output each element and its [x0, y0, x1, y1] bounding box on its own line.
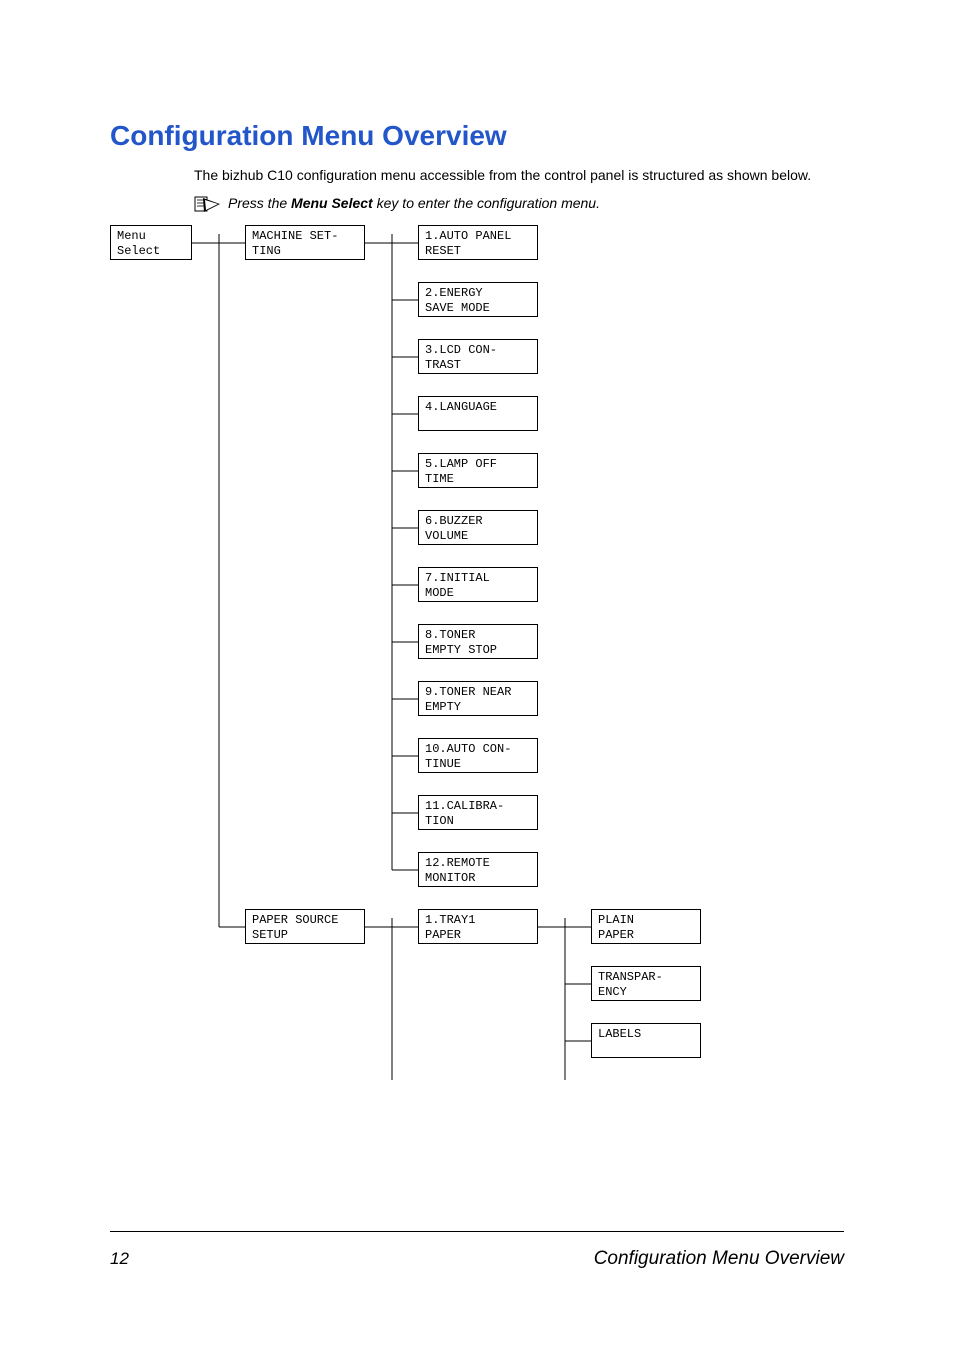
page-number: 12	[110, 1249, 129, 1269]
ms-2a: 2.ENERGY	[425, 286, 531, 301]
ms-item-7: 7.INITIALMODE	[418, 567, 538, 602]
ms-11b: TION	[425, 814, 531, 829]
footer-rule	[110, 1231, 844, 1232]
paper-source-box: PAPER SOURCE SETUP	[245, 909, 365, 944]
ms-12a: 12.REMOTE	[425, 856, 531, 871]
ms-item-8: 8.TONEREMPTY STOP	[418, 624, 538, 659]
paper-type-3: LABELS	[591, 1023, 701, 1058]
ms-item-5: 5.LAMP OFFTIME	[418, 453, 538, 488]
ms-item-1: 1.AUTO PANELRESET	[418, 225, 538, 260]
ms-9b: EMPTY	[425, 700, 531, 715]
pt3a: LABELS	[598, 1027, 694, 1042]
note-bold: Menu Select	[291, 195, 373, 211]
ms-3a: 3.LCD CON-	[425, 343, 531, 358]
ms-item-2: 2.ENERGYSAVE MODE	[418, 282, 538, 317]
note-icon	[194, 195, 222, 213]
note-prefix: Press the	[228, 195, 291, 211]
ms-6a: 6.BUZZER	[425, 514, 531, 529]
ms-item-11: 11.CALIBRA-TION	[418, 795, 538, 830]
ms-item-9: 9.TONER NEAREMPTY	[418, 681, 538, 716]
note-suffix: key to enter the configuration menu.	[373, 195, 600, 211]
menu-select-l1: Menu	[117, 229, 185, 244]
tray1-box: 1.TRAY1 PAPER	[418, 909, 538, 944]
ms-item-4: 4.LANGUAGE	[418, 396, 538, 431]
pt1a: PLAIN	[598, 913, 694, 928]
ms-10a: 10.AUTO CON-	[425, 742, 531, 757]
ms-5a: 5.LAMP OFF	[425, 457, 531, 472]
note-text: Press the Menu Select key to enter the c…	[228, 195, 600, 211]
paper-type-2: TRANSPAR- ENCY	[591, 966, 701, 1001]
ms-item-12: 12.REMOTEMONITOR	[418, 852, 538, 887]
ms-1a: 1.AUTO PANEL	[425, 229, 531, 244]
ms-12b: MONITOR	[425, 871, 531, 886]
paper-source-l1: PAPER SOURCE	[252, 913, 358, 928]
machine-setting-box: MACHINE SET- TING	[245, 225, 365, 260]
paper-source-l2: SETUP	[252, 928, 358, 943]
ms-1b: RESET	[425, 244, 531, 259]
footer-page-title: Configuration Menu Overview	[594, 1248, 844, 1270]
menu-select-box: Menu Select	[110, 225, 192, 260]
ms-6b: VOLUME	[425, 529, 531, 544]
ms-item-6: 6.BUZZERVOLUME	[418, 510, 538, 545]
machine-setting-l2: TING	[252, 244, 358, 259]
ms-5b: TIME	[425, 472, 531, 487]
menu-tree: Menu Select MACHINE SET- TING 1.AUTO PAN…	[110, 225, 844, 1145]
pt2a: TRANSPAR-	[598, 970, 694, 985]
ms-10b: TINUE	[425, 757, 531, 772]
pt2b: ENCY	[598, 985, 694, 1000]
menu-select-l2: Select	[117, 244, 185, 259]
ms-3b: TRAST	[425, 358, 531, 373]
machine-setting-l1: MACHINE SET-	[252, 229, 358, 244]
intro-text: The bizhub C10 configuration menu access…	[194, 166, 844, 185]
ms-7b: MODE	[425, 586, 531, 601]
page-footer: 12 Configuration Menu Overview	[110, 1248, 844, 1270]
ms-8b: EMPTY STOP	[425, 643, 531, 658]
ms-11a: 11.CALIBRA-	[425, 799, 531, 814]
ms-2b: SAVE MODE	[425, 301, 531, 316]
paper-type-1: PLAIN PAPER	[591, 909, 701, 944]
pt1b: PAPER	[598, 928, 694, 943]
page-title: Configuration Menu Overview	[110, 120, 844, 152]
ms-4a: 4.LANGUAGE	[425, 400, 531, 415]
tray1-l2: PAPER	[425, 928, 531, 943]
ms-9a: 9.TONER NEAR	[425, 685, 531, 700]
ms-7a: 7.INITIAL	[425, 571, 531, 586]
tray1-l1: 1.TRAY1	[425, 913, 531, 928]
ms-8a: 8.TONER	[425, 628, 531, 643]
ms-item-3: 3.LCD CON-TRAST	[418, 339, 538, 374]
note-row: Press the Menu Select key to enter the c…	[110, 195, 844, 213]
ms-item-10: 10.AUTO CON-TINUE	[418, 738, 538, 773]
